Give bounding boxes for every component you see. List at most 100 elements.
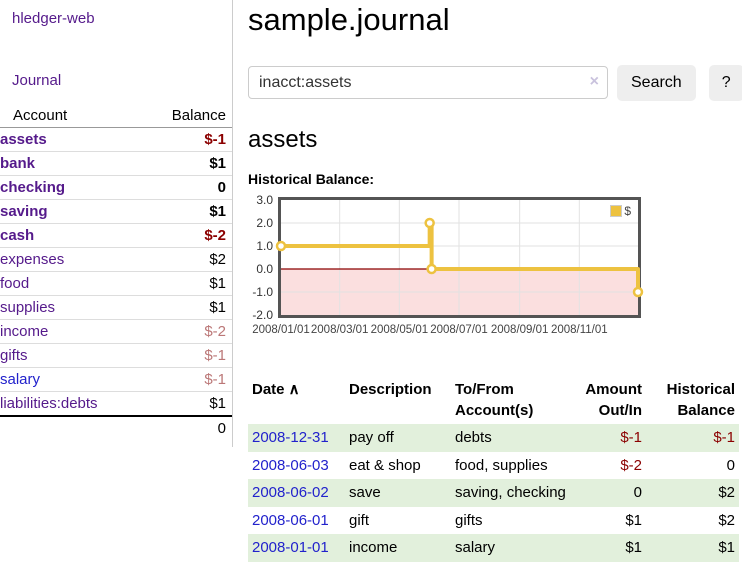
transaction-date-link[interactable]: 2008-06-01 — [252, 512, 329, 529]
register-col-date[interactable]: Date ∧ — [248, 377, 345, 425]
account-link[interactable]: cash — [0, 227, 34, 244]
search-form: × Search ? — [248, 65, 742, 101]
x-axis-tick: 2008/05/01 — [371, 324, 429, 336]
transaction-date-link[interactable]: 2008-01-01 — [252, 539, 329, 556]
account-link[interactable]: expenses — [0, 251, 64, 268]
account-link[interactable]: gifts — [0, 347, 28, 364]
x-axis-tick: 2008/03/01 — [311, 324, 369, 336]
accounts-header-account: Account — [0, 104, 143, 128]
transaction-description: save — [345, 479, 451, 507]
account-link[interactable]: liabilities:debts — [0, 395, 98, 412]
transaction-amount: $-1 — [570, 424, 646, 452]
account-balance: $-1 — [143, 344, 232, 368]
legend-label: $ — [624, 204, 631, 218]
account-row: checking 0 — [0, 176, 232, 200]
account-balance: $-2 — [143, 320, 232, 344]
sidebar: hledger-web Journal Account Balance asse… — [0, 0, 233, 447]
register-row: 2008-01-01incomesalary$1$1 — [248, 534, 739, 562]
accounts-total-value: 0 — [143, 416, 232, 440]
account-balance: $1 — [143, 392, 232, 417]
register-col-historical: HistoricalBalance — [646, 377, 739, 425]
account-balance: $1 — [143, 296, 232, 320]
register-col-description: Description — [345, 377, 451, 425]
sidebar-item-journal[interactable]: Journal — [12, 72, 61, 89]
account-row: food $1 — [0, 272, 232, 296]
y-axis-tick: 2.0 — [248, 216, 273, 230]
accounts-header-row: Account Balance — [0, 104, 232, 128]
transaction-balance: 0 — [646, 452, 739, 480]
transaction-balance: $2 — [646, 507, 739, 535]
transaction-date-link[interactable]: 2008-12-31 — [252, 429, 329, 446]
account-row: liabilities:debts $1 — [0, 392, 232, 417]
transaction-description: income — [345, 534, 451, 562]
register-col-amount: AmountOut/In — [570, 377, 646, 425]
y-axis-tick: 1.0 — [248, 239, 273, 253]
transaction-accounts: gifts — [451, 507, 570, 535]
account-link[interactable]: salary — [0, 371, 40, 388]
legend-swatch-icon — [610, 205, 622, 217]
transaction-amount: $-2 — [570, 452, 646, 480]
account-balance: $2 — [143, 248, 232, 272]
account-row: income $-2 — [0, 320, 232, 344]
accounts-total-row: 0 — [0, 416, 232, 440]
account-link[interactable]: supplies — [0, 299, 55, 316]
account-heading: assets — [248, 126, 742, 154]
x-axis-tick: 2008/07/01 — [430, 324, 488, 336]
sort-asc-icon: ∧ — [285, 381, 300, 398]
register-table: Date ∧DescriptionTo/FromAccount(s)Amount… — [248, 377, 739, 562]
app-title: hledger-web — [0, 10, 232, 27]
account-link[interactable]: saving — [0, 203, 48, 220]
register-row: 2008-06-03 eat & shopfood, supplies$-20 — [248, 452, 739, 480]
register-row: 2008-12-31pay offdebts$-1$-1 — [248, 424, 739, 452]
account-row: gifts $-1 — [0, 344, 232, 368]
transaction-accounts: food, supplies — [451, 452, 570, 480]
transaction-balance: $2 — [646, 479, 739, 507]
main-panel: sample.journal × Search ? assets Histori… — [233, 0, 742, 562]
accounts-header-balance: Balance — [143, 104, 232, 128]
account-row: cash$-2 — [0, 224, 232, 248]
account-link[interactable]: checking — [0, 179, 65, 196]
transaction-date-link[interactable]: 2008-06-02 — [252, 484, 329, 501]
transaction-description: eat & shop — [345, 452, 451, 480]
transaction-balance: $-1 — [646, 424, 739, 452]
register-col-to-from: To/FromAccount(s) — [451, 377, 570, 425]
account-row: supplies $1 — [0, 296, 232, 320]
account-row: saving $1 — [0, 200, 232, 224]
account-balance: $1 — [143, 200, 232, 224]
register-header-row: Date ∧DescriptionTo/FromAccount(s)Amount… — [248, 377, 739, 425]
transaction-description: gift — [345, 507, 451, 535]
transaction-accounts: salary — [451, 534, 570, 562]
y-axis-tick: 3.0 — [248, 193, 273, 207]
account-link[interactable]: assets — [0, 131, 47, 148]
transaction-amount: $1 — [570, 507, 646, 535]
x-axis-tick: 2008/01/01 — [252, 324, 310, 336]
transaction-accounts: debts — [451, 424, 570, 452]
x-axis-tick: 2008/11/01 — [551, 324, 608, 336]
hledger-web-app: hledger-web Journal Account Balance asse… — [0, 0, 742, 562]
page-title: sample.journal — [248, 2, 742, 38]
accounts-table: Account Balance assets $-1 bank $1 checking 0… — [0, 104, 232, 440]
account-balance: $-1 — [143, 128, 232, 152]
account-balance: $-1 — [143, 368, 232, 392]
transaction-balance: $1 — [646, 534, 739, 562]
account-link[interactable]: food — [0, 275, 29, 292]
transaction-accounts: saving, checking — [451, 479, 570, 507]
transaction-description: pay off — [345, 424, 451, 452]
search-input[interactable] — [248, 66, 608, 99]
account-row: salary $-1 — [0, 368, 232, 392]
account-balance: $1 — [143, 272, 232, 296]
chart-legend: $ — [608, 203, 633, 219]
historical-balance-chart: 3.02.01.00.0-1.0-2.0$2008/01/012008/03/0… — [248, 197, 728, 342]
search-button[interactable]: Search — [617, 65, 696, 101]
clear-search-icon[interactable]: × — [590, 73, 599, 91]
account-link[interactable]: bank — [0, 155, 35, 172]
transaction-date-link[interactable]: 2008-06-03 — [252, 457, 329, 474]
account-balance: $1 — [143, 152, 232, 176]
account-link[interactable]: income — [0, 323, 48, 340]
help-button[interactable]: ? — [709, 65, 742, 101]
y-axis-tick: -1.0 — [248, 285, 273, 299]
register-row: 2008-06-01 giftgifts$1$2 — [248, 507, 739, 535]
register-row: 2008-06-02savesaving, checking0$2 — [248, 479, 739, 507]
account-balance: 0 — [143, 176, 232, 200]
plot-area: $ — [278, 197, 641, 318]
